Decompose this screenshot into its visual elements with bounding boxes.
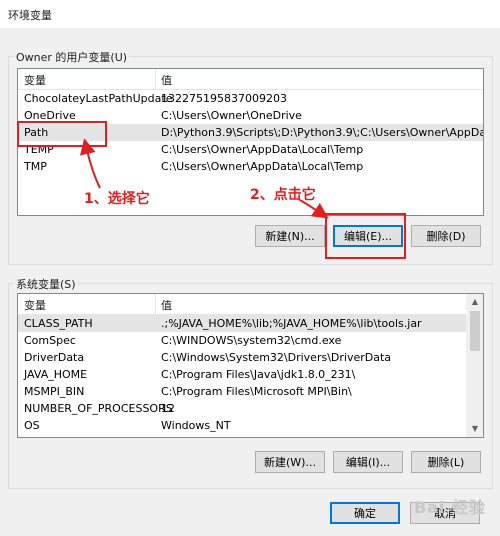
- annotation-step1: 1、选择它: [84, 191, 150, 207]
- arrow-to-path: [80, 138, 101, 189]
- annotation-arrows: [80, 138, 329, 219]
- annotation-step2: 2、点击它: [250, 187, 316, 203]
- watermark-logo: Bai 经验: [413, 498, 486, 517]
